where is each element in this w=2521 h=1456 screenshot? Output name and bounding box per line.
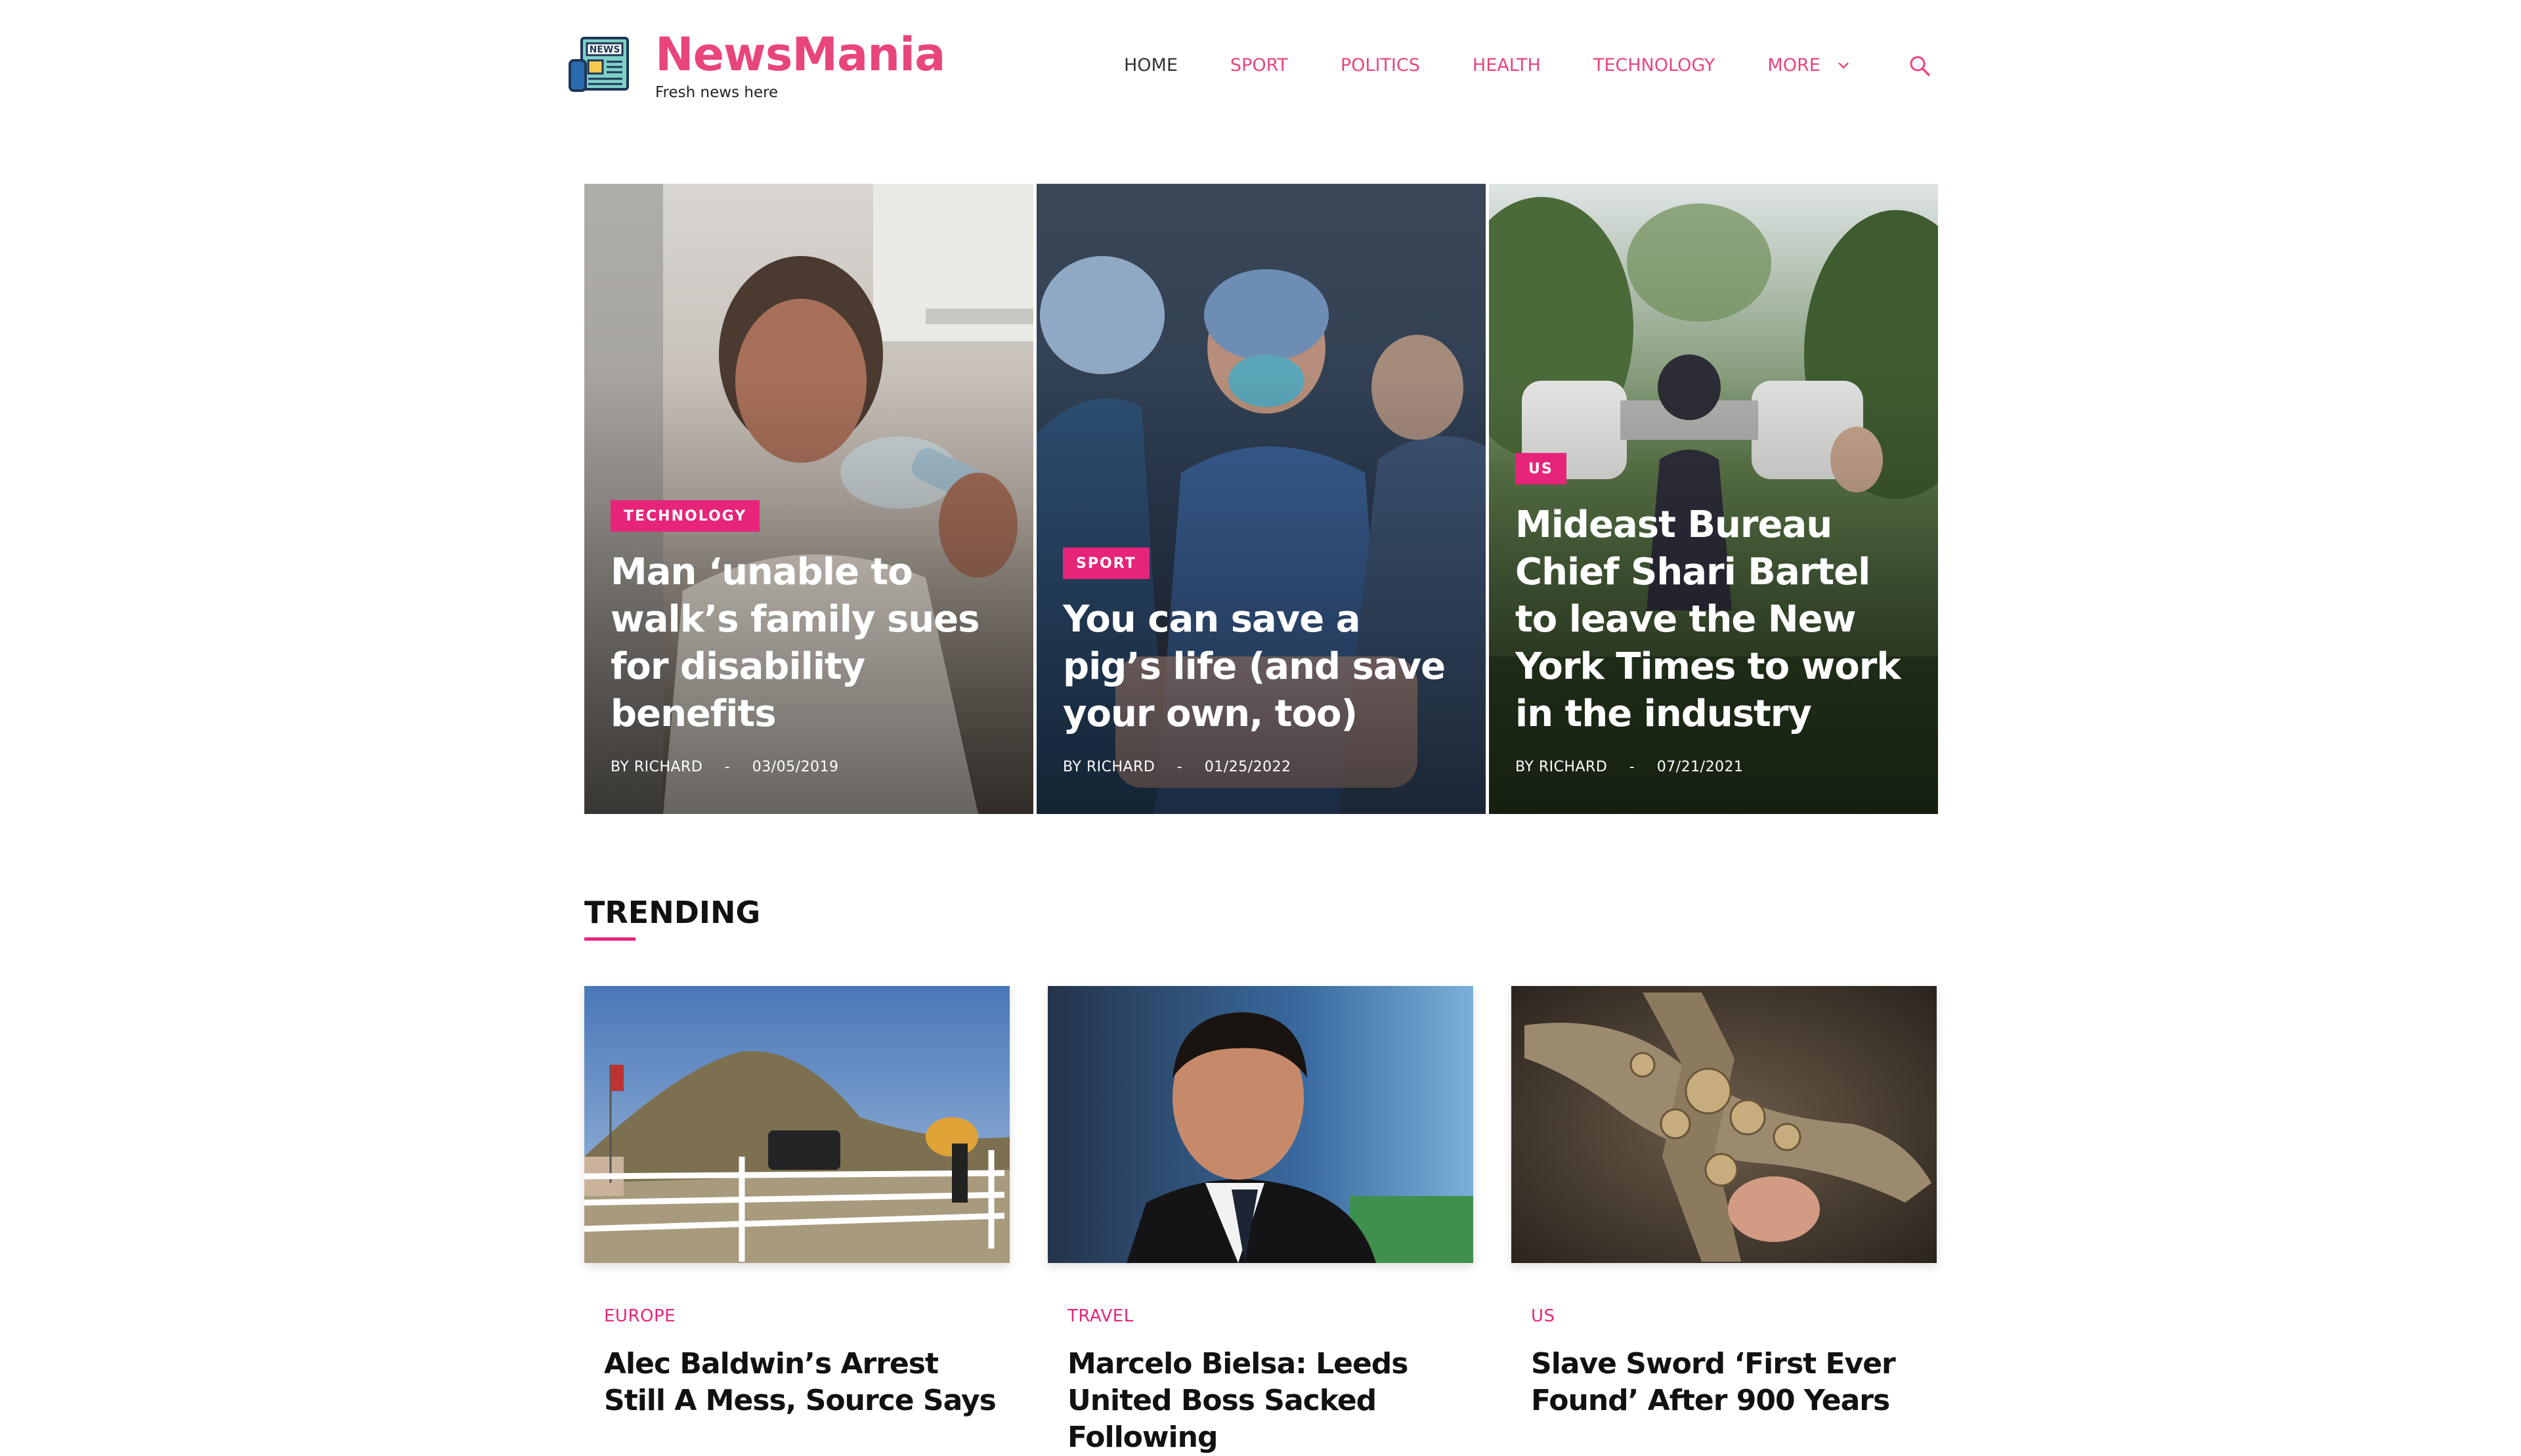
trending-thumbnail[interactable] [1048, 986, 1473, 1263]
post-meta: BY RICHARD - 01/25/2022 [1063, 758, 1459, 777]
hero-title[interactable]: Man ‘unable to walk’s family sues for di… [611, 549, 1007, 738]
hero-card[interactable]: US Mideast Bureau Chief Shari Bartel to … [1489, 184, 1938, 814]
thumb-image-ranch [584, 986, 1010, 1263]
trending-category[interactable]: US [1531, 1305, 1555, 1327]
post-meta: BY RICHARD - 07/21/2021 [1515, 758, 1912, 777]
trending-thumbnail[interactable] [1511, 986, 1937, 1263]
trending-card[interactable]: EUROPE Alec Baldwin’s Arrest Still A Mes… [584, 986, 1010, 1445]
meta-separator: - [1176, 759, 1183, 775]
thumb-image-encrusted-sword [1511, 986, 1937, 1263]
site-title[interactable]: NewsMania [655, 25, 945, 84]
hero-content: US Mideast Bureau Chief Shari Bartel to … [1515, 453, 1912, 777]
trending-title[interactable]: Alec Baldwin’s Arrest Still A Mess, Sour… [604, 1346, 998, 1419]
site-header: NEWS NewsMania Fresh news here HOME SPOR… [0, 0, 2521, 131]
trending-thumbnail[interactable] [584, 986, 1010, 1263]
category-badge[interactable]: TECHNOLOGY [611, 500, 760, 532]
hero-content: SPORT You can save a pig’s life (and sav… [1063, 547, 1459, 777]
trending-title[interactable]: Marcelo Bielsa: Leeds United Boss Sacked… [1067, 1346, 1461, 1456]
trending-category[interactable]: EUROPE [604, 1305, 676, 1327]
meta-author[interactable]: RICHARD [1087, 759, 1155, 775]
thumb-image-man-suit [1048, 986, 1473, 1263]
nav-item-politics[interactable]: POLITICS [1341, 50, 1420, 81]
hero-title[interactable]: You can save a pig’s life (and save your… [1063, 596, 1459, 738]
category-badge[interactable]: US [1515, 453, 1566, 484]
nav-item-technology[interactable]: TECHNOLOGY [1593, 50, 1715, 81]
meta-date: 07/21/2021 [1656, 759, 1744, 775]
meta-author[interactable]: RICHARD [1539, 759, 1607, 775]
trending-title[interactable]: Slave Sword ‘First Ever Found’ After 900… [1531, 1346, 1925, 1419]
nav-item-health[interactable]: HEALTH [1473, 50, 1541, 81]
meta-separator: - [724, 759, 731, 775]
trending-card[interactable]: TRAVEL Marcelo Bielsa: Leeds United Boss… [1048, 986, 1473, 1454]
meta-separator: - [1629, 759, 1635, 775]
meta-by: BY [1515, 759, 1534, 775]
hero-card[interactable]: SPORT You can save a pig’s life (and sav… [1037, 184, 1486, 814]
nav-item-home[interactable]: HOME [1124, 50, 1178, 81]
post-meta: BY RICHARD - 03/05/2019 [611, 758, 1007, 777]
category-badge[interactable]: SPORT [1063, 547, 1150, 579]
chevron-down-icon [1838, 62, 1849, 69]
meta-date: 03/05/2019 [752, 759, 839, 775]
main-nav: HOME SPORT POLITICS HEALTH TECHNOLOGY MO… [1124, 50, 1849, 81]
nav-item-sport[interactable]: SPORT [1230, 50, 1288, 81]
meta-author[interactable]: RICHARD [634, 759, 702, 775]
trending-category[interactable]: TRAVEL [1067, 1305, 1134, 1327]
trending-card[interactable]: US Slave Sword ‘First Ever Found’ After … [1511, 986, 1937, 1445]
search-icon[interactable] [1908, 54, 1931, 77]
featured-posts: TECHNOLOGY Man ‘unable to walk’s family … [584, 184, 1938, 814]
svg-text:NEWS: NEWS [590, 45, 620, 55]
nav-item-more[interactable]: MORE [1767, 50, 1849, 81]
nav-item-more-label: MORE [1767, 55, 1821, 75]
hero-content: TECHNOLOGY Man ‘unable to walk’s family … [611, 500, 1007, 777]
site-tagline: Fresh news here [655, 84, 779, 101]
newspaper-icon[interactable]: NEWS [566, 34, 632, 95]
section-title-trending: TRENDING [584, 895, 761, 930]
meta-date: 01/25/2022 [1204, 759, 1291, 775]
hero-title[interactable]: Mideast Bureau Chief Shari Bartel to lea… [1515, 502, 1912, 738]
section-underline [584, 937, 636, 941]
meta-by: BY [611, 759, 630, 775]
hero-card[interactable]: TECHNOLOGY Man ‘unable to walk’s family … [584, 184, 1033, 814]
meta-by: BY [1063, 759, 1082, 775]
